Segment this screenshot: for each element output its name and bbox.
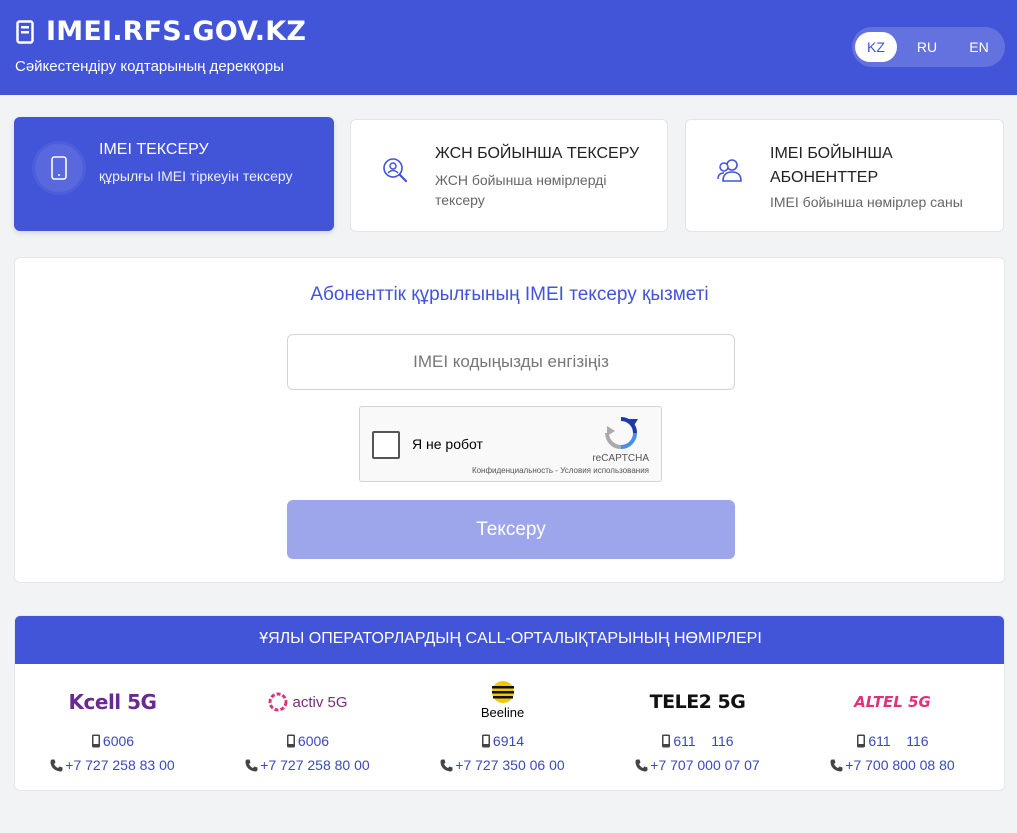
site-title: IMEI.RFS.GOV.KZ	[46, 16, 307, 47]
users-icon	[717, 159, 742, 182]
activ-logo-icon	[268, 692, 288, 712]
operator-name: Kcell 5G	[68, 690, 157, 714]
operator-short-number[interactable]: 6914	[405, 733, 600, 749]
recaptcha-links[interactable]: Конфиденциальность - Условия использован…	[472, 466, 649, 475]
operator-phone-number[interactable]: +7 707 000 07 07	[600, 757, 795, 773]
phone-icon	[51, 156, 67, 180]
phone-handset-icon	[440, 759, 453, 771]
tele2-logo: TELE2 5G	[600, 684, 795, 720]
tab-imei-check[interactable]: IMEI ТЕКСЕРУ құрылғы IMEI тіркеуін тексе…	[14, 117, 334, 231]
site-header: IMEI.RFS.GOV.KZ Сәйкестендіру кодтарының…	[0, 0, 1017, 95]
recaptcha-brand: reCAPTCHA	[592, 453, 649, 464]
page-title: Абоненттік құрылғының IMEI тексеру қызме…	[310, 284, 709, 305]
operator-name: activ 5G	[292, 693, 348, 711]
operator-phone-number[interactable]: +7 700 800 08 80	[795, 757, 990, 773]
operator-name: ALTEL 5G	[854, 693, 931, 711]
document-icon	[16, 19, 34, 44]
tab-icon-wrap	[371, 146, 419, 194]
tab-title: IMEI ТЕКСЕРУ	[99, 141, 209, 158]
operator-activ: activ 5G 6006 +7 727 258 80 00	[210, 664, 405, 790]
altel-logo: ALTEL 5G	[795, 684, 990, 720]
mobile-icon	[286, 734, 295, 748]
beeline-logo-icon	[491, 681, 514, 703]
phone-handset-icon	[635, 759, 648, 771]
language-switcher: KZ RU EN	[852, 27, 1005, 67]
lang-en-button[interactable]: EN	[958, 32, 1000, 62]
operator-phone-number[interactable]: +7 727 258 80 00	[210, 757, 405, 773]
recaptcha-widget: Я не робот reCAPTCHA Конфиденциальность …	[359, 406, 662, 482]
mobile-icon	[91, 734, 100, 748]
operator-kcell: Kcell 5G 6006 +7 727 258 83 00	[15, 664, 210, 790]
operator-name: TELE2 5G	[649, 691, 746, 713]
brand[interactable]: IMEI.RFS.GOV.KZ	[16, 16, 306, 47]
tab-title: IMEI БОЙЫНША АБОНЕНТТЕР	[770, 145, 893, 186]
user-search-icon	[383, 158, 408, 183]
lang-kz-button[interactable]: KZ	[855, 32, 897, 62]
operator-beeline: Beeline 6914 +7 727 350 06 00	[405, 664, 600, 790]
operator-phone-number[interactable]: +7 727 350 06 00	[405, 757, 600, 773]
tab-icon-wrap	[706, 146, 754, 194]
operator-short-number[interactable]: 6006	[15, 733, 210, 749]
operators-title: ҰЯЛЫ ОПЕРАТОРЛАРДЫҢ CALL-ОРТАЛЫҚТАРЫНЫҢ …	[15, 616, 1004, 664]
phone-handset-icon	[830, 759, 843, 771]
operator-short-number[interactable]: 611 116	[600, 733, 795, 749]
mobile-icon	[857, 734, 866, 748]
operator-short-number[interactable]: 6006	[210, 733, 405, 749]
recaptcha-logo-icon	[605, 417, 638, 449]
tab-icon-wrap	[35, 144, 83, 192]
operator-name: Beeline	[480, 705, 525, 720]
phone-handset-icon	[50, 759, 63, 771]
operator-altel: ALTEL 5G 611 116 +7 700 800 08 80	[795, 664, 990, 790]
activ-logo: activ 5G	[210, 684, 405, 720]
operator-short-number[interactable]: 611 116	[795, 733, 990, 749]
lang-ru-button[interactable]: RU	[906, 32, 948, 62]
tab-subscribers-by-imei[interactable]: IMEI БОЙЫНША АБОНЕНТТЕР IMEI бойынша нөм…	[685, 119, 1004, 232]
mobile-icon	[662, 734, 671, 748]
imei-input[interactable]	[287, 334, 735, 390]
imei-check-card: Абоненттік құрылғының IMEI тексеру қызме…	[14, 257, 1005, 583]
tab-title: ЖСН БОЙЫНША ТЕКСЕРУ	[435, 145, 640, 162]
tab-iin-check[interactable]: ЖСН БОЙЫНША ТЕКСЕРУ ЖСН бойынша нөмірлер…	[350, 119, 668, 232]
phone-handset-icon	[245, 759, 258, 771]
beeline-logo: Beeline	[405, 679, 600, 721]
recaptcha-checkbox[interactable]	[372, 431, 400, 459]
check-button[interactable]: Тексеру	[287, 500, 735, 559]
kcell-logo: Kcell 5G	[15, 684, 210, 720]
recaptcha-label: Я не робот	[412, 436, 483, 452]
site-subtitle: Сәйкестендіру кодтарының дерекқоры	[15, 58, 284, 75]
operator-tele2: TELE2 5G 611 116 +7 707 000 07 07	[600, 664, 795, 790]
tab-description: ЖСН бойынша нөмірлерді тексеру	[435, 172, 607, 208]
tab-description: құрылғы IMEI тіркеуін тексеру	[99, 168, 293, 184]
tab-description: IMEI бойынша нөмірлер саны	[770, 194, 963, 210]
operator-phone-number[interactable]: +7 727 258 83 00	[15, 757, 210, 773]
operators-card: ҰЯЛЫ ОПЕРАТОРЛАРДЫҢ CALL-ОРТАЛЫҚТАРЫНЫҢ …	[14, 615, 1005, 791]
mobile-icon	[481, 734, 490, 748]
